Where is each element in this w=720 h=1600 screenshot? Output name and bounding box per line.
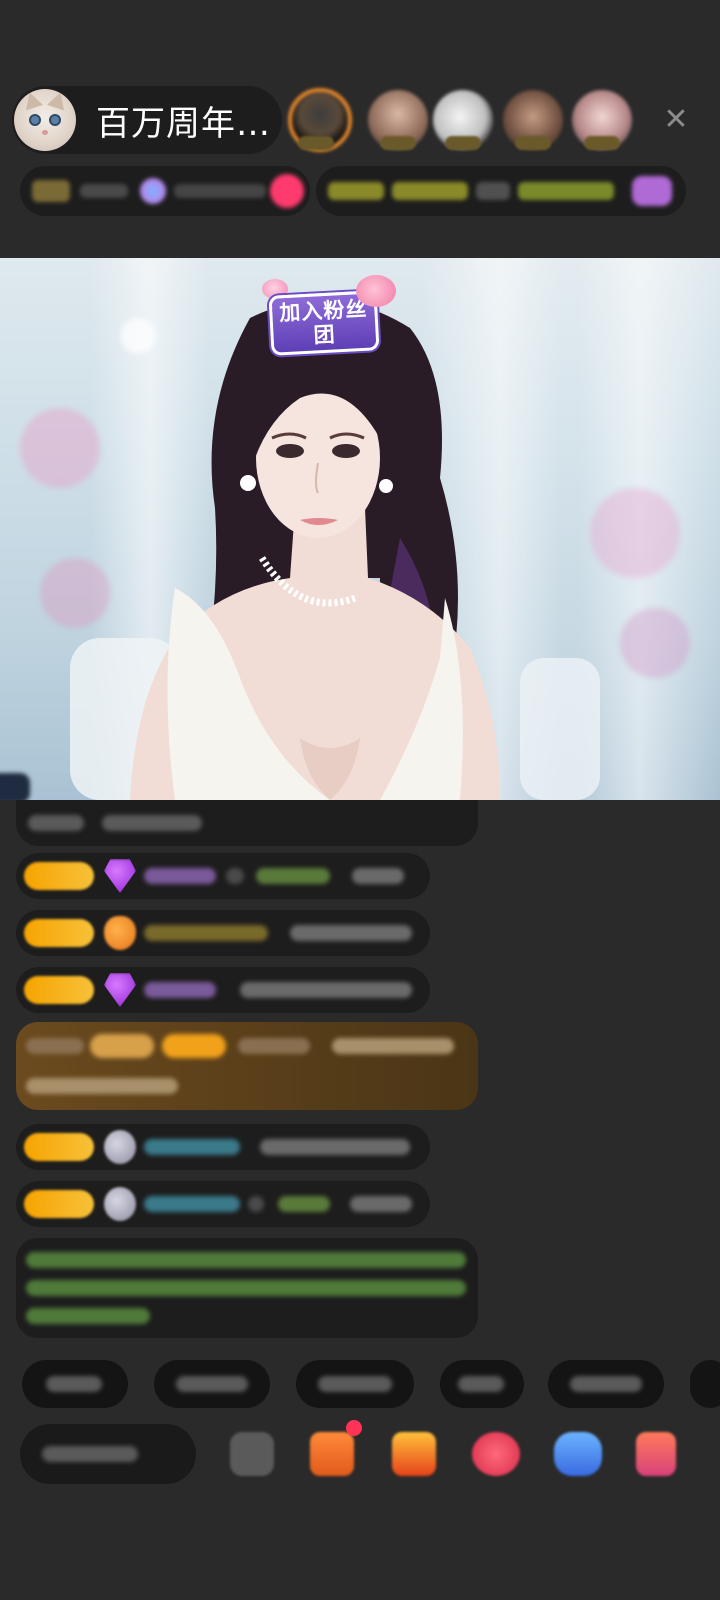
- stream-rank-bar[interactable]: [20, 166, 310, 216]
- live-stream-screen: 百万周年… ✕ 加入粉丝团: [0, 0, 720, 1600]
- activity-ticker-bar[interactable]: [316, 166, 686, 216]
- quick-reply-chip[interactable]: [296, 1360, 414, 1408]
- user-level-badge: [24, 1190, 94, 1218]
- comment-input[interactable]: [20, 1424, 196, 1484]
- game-icon[interactable]: [472, 1432, 520, 1476]
- chat-message[interactable]: [16, 800, 478, 846]
- shop-icon[interactable]: [554, 1432, 602, 1476]
- viewer-rank-badge: [515, 136, 551, 150]
- chat-message[interactable]: [16, 853, 430, 899]
- red-packet-icon[interactable]: [392, 1432, 436, 1476]
- heart-icon: [270, 174, 304, 208]
- notification-dot: [346, 1420, 362, 1436]
- fan-mascot-icon: [356, 275, 396, 307]
- diamond-gem-icon: [104, 973, 136, 1007]
- join-fan-club-label: 加入粉丝团: [278, 296, 368, 348]
- fan-shield-icon: [104, 916, 136, 950]
- system-notice: [16, 1238, 478, 1338]
- user-level-badge: [24, 976, 94, 1004]
- cloud-icon: [104, 1130, 136, 1164]
- viewer-rank-badge: [445, 136, 481, 150]
- viewer-rank-badge: [380, 136, 416, 150]
- activity-icon: [632, 176, 672, 206]
- cloud-icon: [104, 1187, 136, 1221]
- join-fan-club-badge[interactable]: 加入粉丝团: [262, 275, 396, 356]
- cat-avatar-icon: [20, 89, 44, 111]
- close-icon[interactable]: ✕: [656, 100, 696, 140]
- user-level-badge: [24, 919, 94, 947]
- chat-message[interactable]: [16, 1124, 430, 1170]
- more-icon[interactable]: [636, 1432, 676, 1476]
- gift-box-icon[interactable]: [310, 1432, 354, 1476]
- chat-message[interactable]: [16, 1181, 430, 1227]
- host-name[interactable]: 百万周年…: [96, 96, 271, 145]
- quick-reply-chip[interactable]: [154, 1360, 270, 1408]
- host-info-pill[interactable]: 百万周年…: [12, 86, 282, 154]
- user-level-badge: [24, 862, 94, 890]
- rank-icon: [32, 180, 70, 202]
- gift-announcement[interactable]: [16, 1022, 478, 1110]
- quick-reply-chip[interactable]: [22, 1360, 128, 1408]
- viewer-rank-badge: [584, 136, 620, 150]
- diamond-gem-icon: [104, 859, 136, 893]
- quick-reply-chip[interactable]: [548, 1360, 664, 1408]
- hot-icon: [140, 178, 166, 204]
- viewer-rank-badge: [298, 136, 334, 150]
- host-avatar[interactable]: [14, 89, 76, 151]
- user-level-badge: [24, 1133, 94, 1161]
- chat-message[interactable]: [16, 910, 430, 956]
- quick-reply-chip[interactable]: [690, 1360, 720, 1408]
- chat-message[interactable]: [16, 967, 430, 1013]
- quick-reply-chip[interactable]: [440, 1360, 524, 1408]
- emoji-icon[interactable]: [230, 1432, 274, 1476]
